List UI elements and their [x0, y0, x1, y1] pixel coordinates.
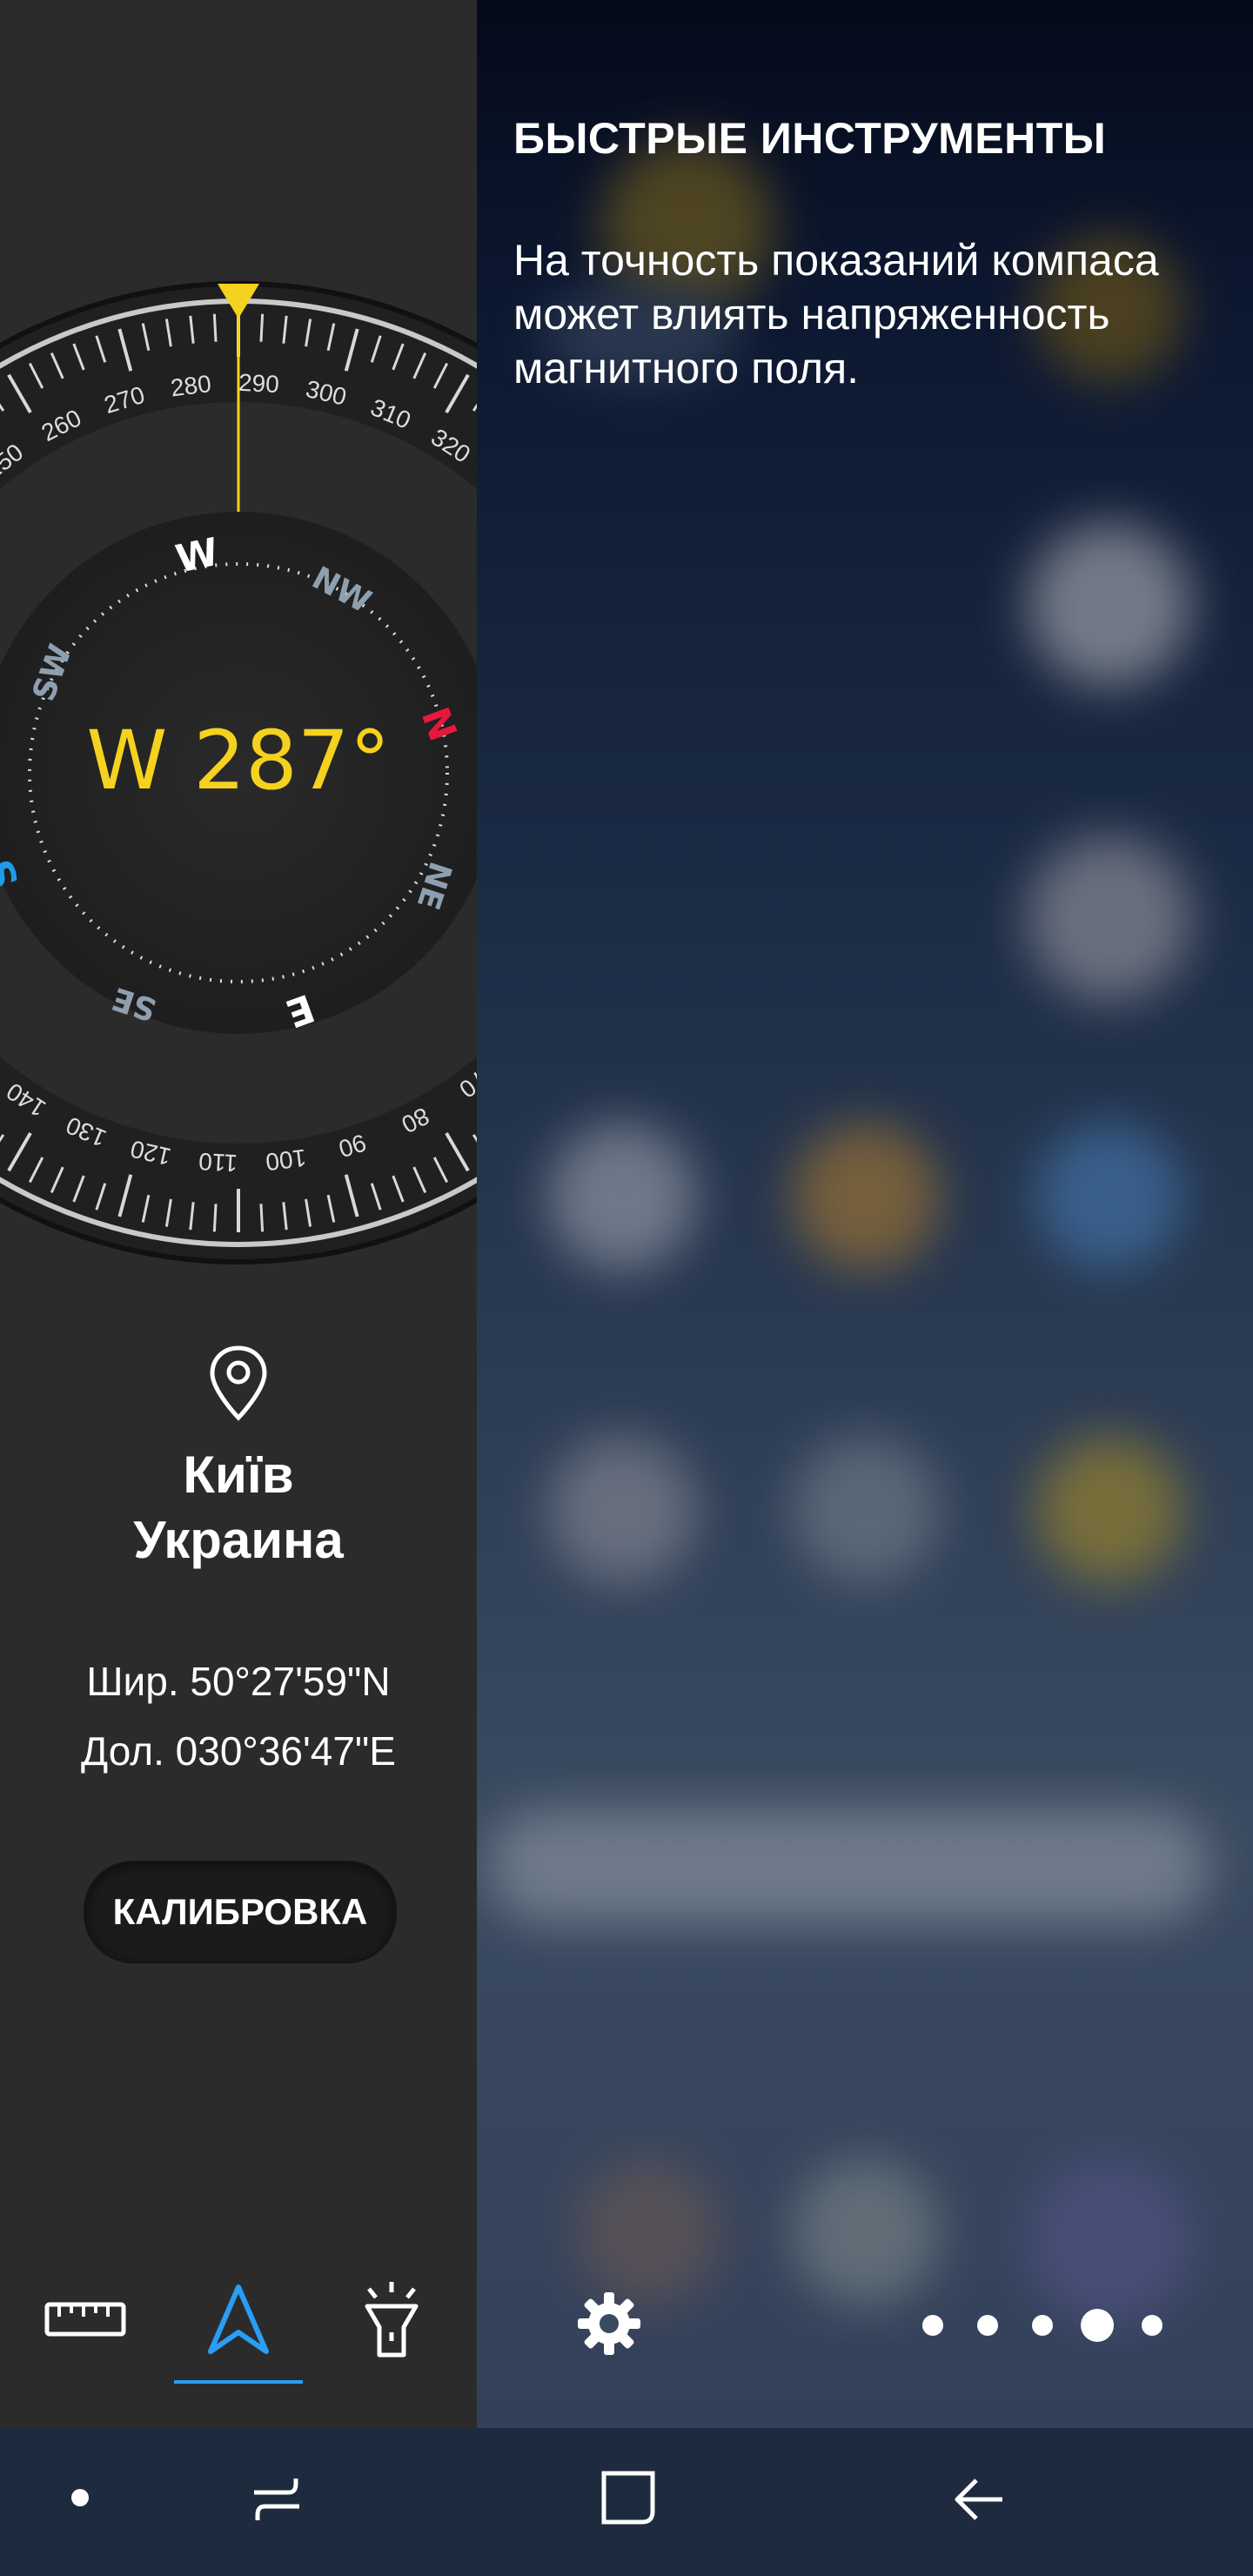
quick-tools-title: БЫСТРЫЕ ИНСТРУМЕНТЫ — [513, 114, 1107, 163]
heading-readout: W 287° — [86, 714, 391, 808]
latitude: Шир. 50°27'59"N — [86, 1659, 391, 1704]
home-icon[interactable] — [600, 2470, 656, 2526]
calibrate-button[interactable]: КАЛИБРОВКА — [84, 1861, 397, 1963]
dial-tick — [259, 313, 265, 342]
page-dot[interactable] — [922, 2315, 943, 2336]
dial-tick — [212, 1204, 218, 1232]
page-dot-active[interactable] — [1081, 2309, 1114, 2342]
nav-dot-icon[interactable] — [71, 2489, 89, 2506]
flashlight-icon[interactable] — [357, 2280, 426, 2360]
compass-icon[interactable] — [205, 2282, 271, 2357]
page-dot[interactable] — [1032, 2315, 1053, 2336]
dial-tick-label: 280 — [169, 370, 212, 401]
system-navigation-bar — [0, 2428, 1253, 2576]
dial-tick — [212, 313, 218, 342]
longitude: Дол. 030°36'47"E — [81, 1728, 396, 1774]
back-icon[interactable] — [952, 2472, 1008, 2527]
page-dot[interactable] — [977, 2315, 998, 2336]
compass-dial: 250260270 280 290 300310320140130120 110 100 9… — [0, 281, 477, 1265]
page-dot[interactable] — [1142, 2315, 1163, 2336]
compass-panel: 250 260 270 280 290 300 310 320 140 130 120 110 100 9… — [0, 0, 477, 2428]
country-name: Украина — [133, 1511, 344, 1569]
quick-tools-description: На точность показаний компаса может влия… — [513, 236, 1159, 392]
dial-tick-label: 110 — [198, 1148, 238, 1177]
gear-icon[interactable] — [576, 2291, 642, 2357]
dial-tick-label: 290 — [238, 369, 279, 398]
dir-w: W — [172, 530, 223, 582]
recent-apps-icon[interactable] — [249, 2472, 305, 2527]
ruler-icon[interactable] — [44, 2298, 127, 2341]
dial-tick-label: 100 — [265, 1144, 308, 1176]
city-name: Київ — [183, 1446, 294, 1504]
active-tab-indicator — [174, 2380, 303, 2384]
dial-tick — [259, 1204, 265, 1232]
location-pin-icon — [210, 1345, 267, 1421]
